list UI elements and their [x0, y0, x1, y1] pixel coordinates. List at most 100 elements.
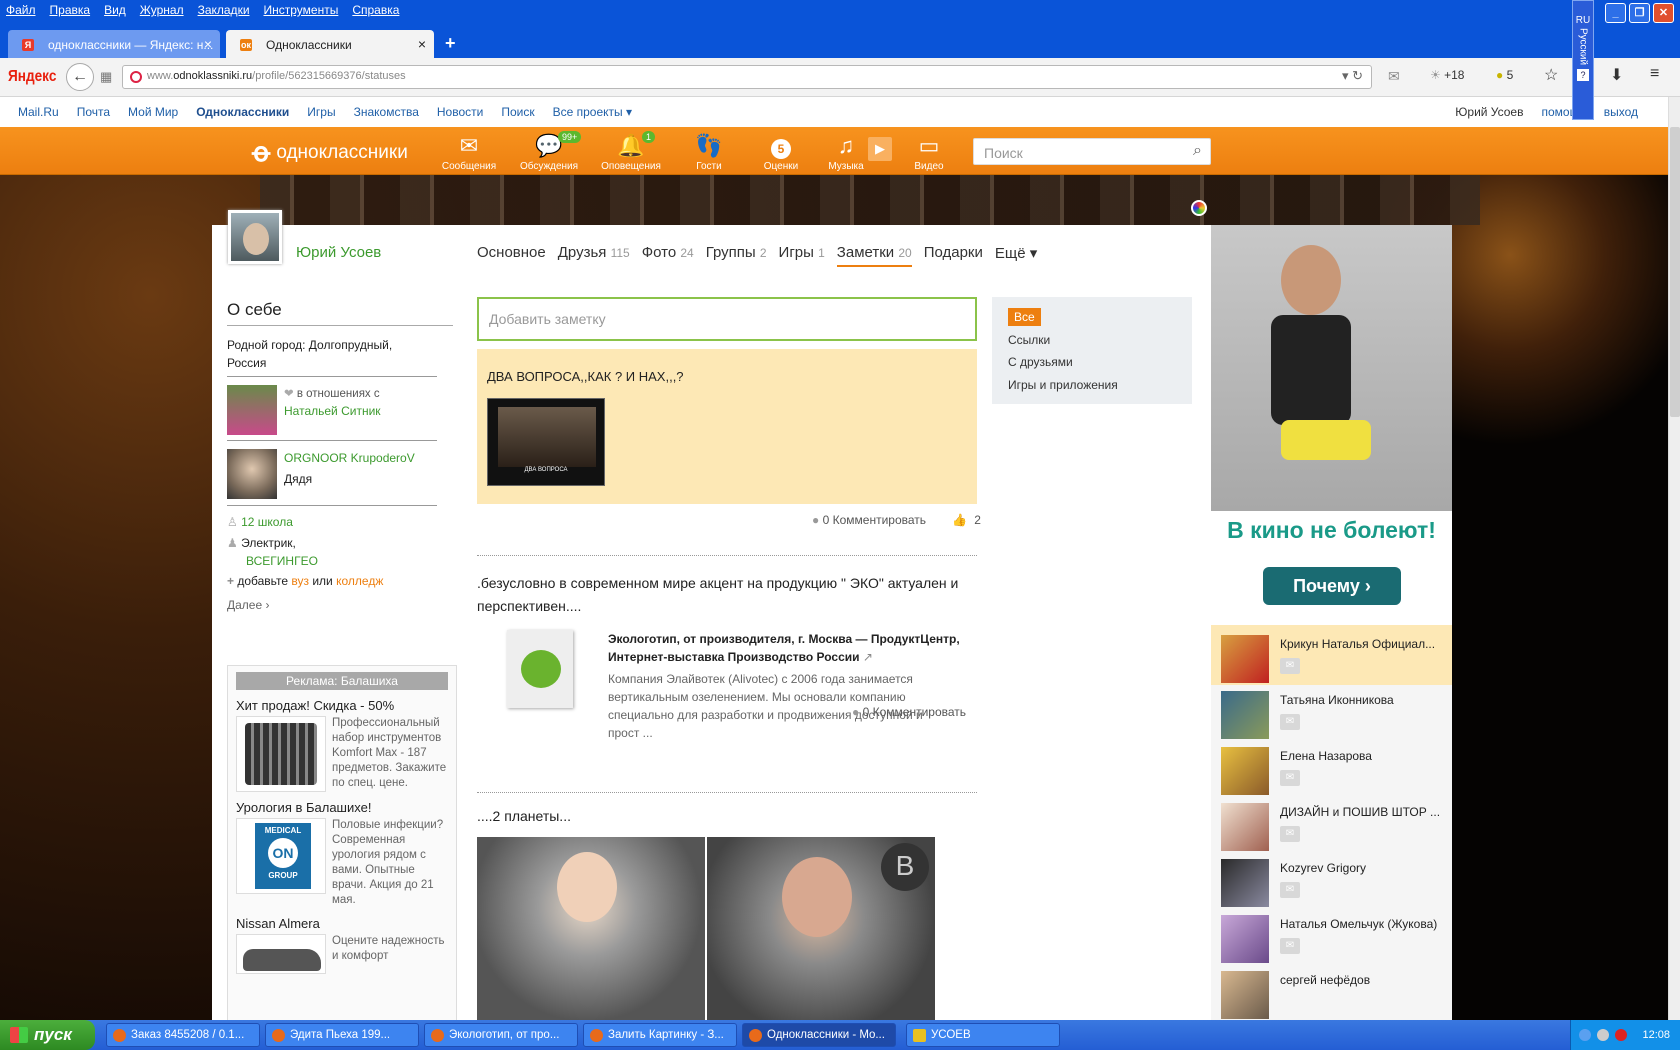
menu-history[interactable]: Журнал — [140, 3, 184, 17]
filter-links[interactable]: Ссылки — [1004, 330, 1180, 353]
weather-widget[interactable]: ☀ +18 — [1430, 68, 1464, 82]
ad-item[interactable]: Профессиональный набор инструментов Komf… — [236, 716, 448, 792]
note-text[interactable]: ....2 планеты... — [477, 808, 571, 824]
friend-item[interactable]: Наталья Омельчук (Жукова) ✉ — [1211, 905, 1452, 965]
friend-item[interactable]: Татьяна Иконникова ✉ — [1211, 681, 1452, 741]
portal-link-moymir[interactable]: Мой Мир — [128, 105, 178, 119]
ok-logo[interactable]: ꝋ одноклассники — [252, 137, 408, 168]
link-title[interactable]: Экологотип, от производителя, г. Москва … — [608, 630, 978, 666]
friend-item[interactable]: ДИЗАЙН и ПОШИВ ШТОР ... ✉ — [1211, 793, 1452, 853]
menu-bookmarks[interactable]: Закладки — [198, 3, 250, 17]
reload-icon[interactable]: ▾ ↻ — [1342, 68, 1363, 84]
friend-item[interactable]: Елена Назарова ✉ — [1211, 737, 1452, 797]
post1-like-button[interactable]: 👍 2 — [952, 513, 981, 527]
close-tab-icon[interactable]: × — [204, 36, 212, 52]
tab-yandex-search[interactable]: Я одноклассники — Яндекс: н... × — [8, 30, 220, 58]
nav-messages[interactable]: ✉ Сообщения — [434, 133, 504, 172]
friend-name[interactable]: сергей нефёдов — [1280, 973, 1445, 987]
menu-view[interactable]: Вид — [104, 3, 126, 17]
bookmark-star-icon[interactable]: ☆ — [1544, 65, 1558, 85]
portal-user-name[interactable]: Юрий Усоев — [1455, 105, 1523, 119]
post2-comment-link[interactable]: ● 0 Комментировать — [852, 705, 966, 719]
message-icon[interactable]: ✉ — [1280, 882, 1300, 898]
medical-on-logo[interactable]: MEDICAL ON GROUP — [236, 818, 326, 894]
restore-button[interactable]: ❐ — [1629, 3, 1650, 23]
friend-item[interactable]: сергей нефёдов — [1211, 961, 1452, 1020]
portal-link-search[interactable]: Поиск — [501, 105, 534, 119]
taskbar-item[interactable]: УСОЕВ — [906, 1023, 1060, 1047]
ad-title[interactable]: Хит продаж! Скидка - 50% — [236, 698, 448, 713]
downloads-icon[interactable]: ⬇ — [1610, 65, 1623, 85]
avatar[interactable] — [228, 210, 282, 264]
note-image[interactable]: ДВА ВОПРОСА — [487, 398, 605, 486]
yandex-logo[interactable]: Яндекс — [8, 68, 56, 86]
portal-link-all-projects[interactable]: Все проекты ▾ — [553, 105, 632, 119]
note-post[interactable]: ДВА ВОПРОСА,,КАК ? И НАХ,,,? ДВА ВОПРОСА — [477, 349, 977, 504]
tab-gifts[interactable]: Подарки — [924, 244, 983, 267]
friend-item[interactable]: Kozyrev Grigory ✉ — [1211, 849, 1452, 909]
tab-odnoklassniki[interactable]: ок Одноклассники × — [226, 30, 434, 58]
portal-link-mail[interactable]: Почта — [77, 105, 110, 119]
antivirus-icon[interactable] — [1615, 1029, 1627, 1041]
security-icon[interactable] — [1597, 1029, 1609, 1041]
portal-link-games[interactable]: Игры — [307, 105, 335, 119]
friend-name[interactable]: Елена Назарова — [1280, 749, 1445, 763]
menu-edit[interactable]: Правка — [50, 3, 91, 17]
ad-item[interactable]: MEDICAL ON GROUP Половые инфекции? Совре… — [236, 818, 448, 908]
friend-avatar[interactable] — [1221, 635, 1269, 683]
message-icon[interactable]: ✉ — [1280, 938, 1300, 954]
friend-avatar[interactable] — [1221, 859, 1269, 907]
portal-link-news[interactable]: Новости — [437, 105, 483, 119]
tab-friends[interactable]: Друзья 115 — [558, 244, 630, 267]
page-scrollbar[interactable] — [1668, 97, 1680, 1020]
screaming-woman-photo[interactable] — [477, 837, 705, 1020]
partner-photo[interactable] — [227, 385, 277, 435]
tab-main[interactable]: Основное — [477, 244, 546, 267]
clock[interactable]: 12:08 — [1642, 1029, 1670, 1041]
search-icon[interactable]: ⌕ — [1193, 142, 1202, 160]
browser-menu-icon[interactable]: ≡ — [1650, 65, 1659, 83]
toolkit-image[interactable] — [236, 716, 326, 792]
tab-games[interactable]: Игры 1 — [779, 244, 825, 267]
theme-color-icon[interactable] — [1191, 200, 1207, 216]
profile-name[interactable]: Юрий Усоев — [296, 244, 381, 261]
friend-name[interactable]: Татьяна Иконникова — [1280, 693, 1445, 707]
screaming-man-photo[interactable]: B — [707, 837, 935, 1020]
relative-link[interactable]: ORGNOOR KrupoderoV — [284, 449, 415, 467]
portal-link-ok[interactable]: Одноклассники — [196, 105, 289, 119]
add-vuz-link[interactable]: вуз — [291, 574, 309, 588]
friend-avatar[interactable] — [1221, 803, 1269, 851]
add-note-input[interactable]: Добавить заметку — [477, 297, 977, 341]
nav-ratings[interactable]: 5 Оценки — [746, 133, 816, 172]
back-button[interactable]: ← — [66, 63, 94, 91]
message-icon[interactable]: ✉ — [1280, 714, 1300, 730]
taskbar-item[interactable]: Экологотип, от про... — [424, 1023, 578, 1047]
partner-link[interactable]: Натальей Ситник — [284, 402, 381, 420]
friend-avatar[interactable] — [1221, 971, 1269, 1019]
language-bar[interactable]: RU Русский ? — [1572, 0, 1594, 120]
friend-avatar[interactable] — [1221, 747, 1269, 795]
message-icon[interactable]: ✉ — [1280, 658, 1300, 674]
friend-name[interactable]: Крикун Наталья Официал... — [1280, 637, 1445, 651]
nav-notifications[interactable]: 🔔 1 Оповещения — [596, 131, 666, 172]
note-text[interactable]: .безусловно в современном мире акцент на… — [477, 572, 977, 618]
add-college-link[interactable]: колледж — [336, 574, 383, 588]
music-play-icon[interactable]: ▶ — [868, 137, 892, 161]
tab-photos[interactable]: Фото 24 — [642, 244, 694, 267]
ad-woman-image[interactable] — [1211, 225, 1452, 511]
ad-why-button[interactable]: Почему › — [1263, 567, 1401, 605]
filter-games[interactable]: Игры и приложения — [1004, 375, 1180, 398]
nav-guests[interactable]: 👣 Гости — [674, 133, 744, 172]
friend-avatar[interactable] — [1221, 691, 1269, 739]
close-window-button[interactable]: ✕ — [1653, 3, 1674, 23]
car-image[interactable] — [236, 934, 326, 974]
taskbar-item[interactable]: Эдита Пьеха 199... — [265, 1023, 419, 1047]
portal-link-dating[interactable]: Знакомства — [354, 105, 419, 119]
menu-tools[interactable]: Инструменты — [264, 3, 339, 17]
school-link[interactable]: 12 школа — [241, 515, 293, 529]
friend-name[interactable]: Наталья Омельчук (Жукова) — [1280, 917, 1445, 931]
filter-all[interactable]: Все — [1004, 307, 1180, 330]
nav-discussions[interactable]: 💬 99+ Обсуждения — [514, 131, 584, 172]
more-link[interactable]: Далее › — [227, 596, 437, 614]
friend-name[interactable]: Kozyrev Grigory — [1280, 861, 1445, 875]
